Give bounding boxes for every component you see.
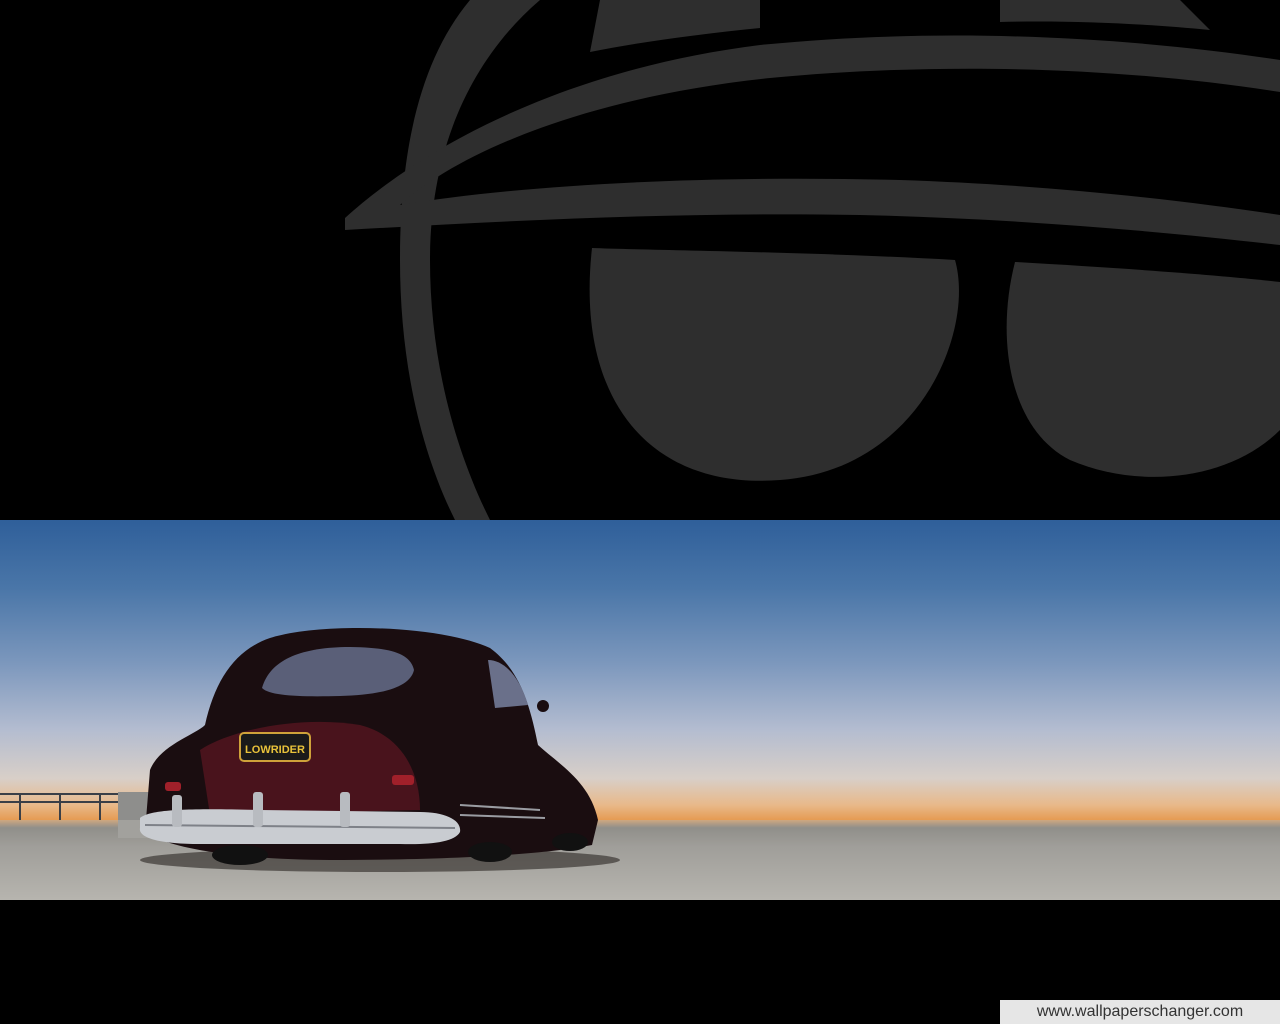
- logo-band: [0, 0, 1280, 520]
- bottom-band: www.wallpaperschanger.com: [0, 900, 1280, 1024]
- watermark-link[interactable]: www.wallpaperschanger.com: [1000, 1000, 1280, 1024]
- lowrider-car-image: LOWRIDER: [0, 627, 1280, 900]
- license-plate-text: LOWRIDER: [245, 744, 305, 756]
- lowrider-photo: LOWRIDER: [0, 520, 1280, 900]
- sunglasses-logo-icon: [345, 0, 1280, 520]
